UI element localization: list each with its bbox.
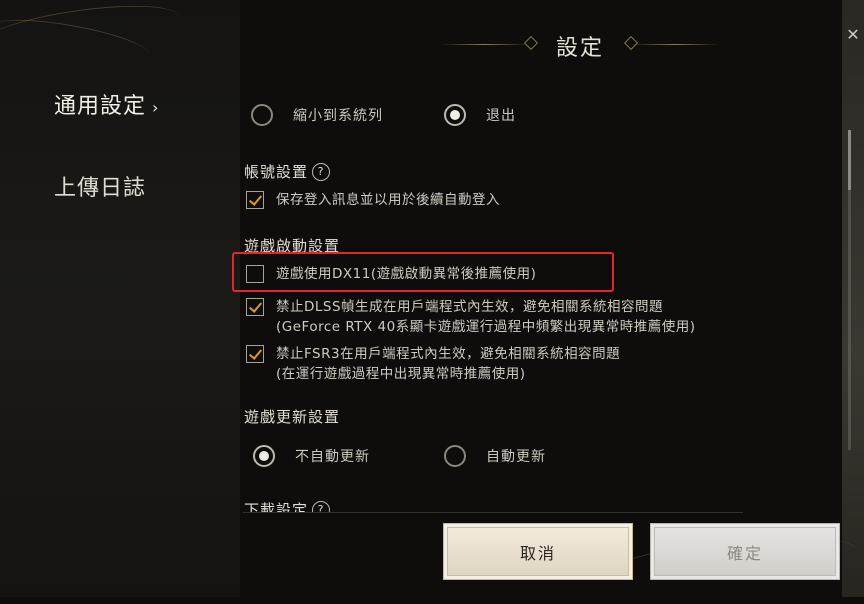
checkbox-checked-icon[interactable] [246,298,264,316]
radio-label: 自動更新 [486,449,546,465]
checkbox-label-line2: (GeForce RTX 40系顯卡遊戲運行過程中頻繁出現異常時推薦使用) [276,319,696,335]
sidebar-item-upload-logs[interactable]: 上傳日誌 [54,174,159,204]
settings-sidebar: 通用設定 › 上傳日誌 [54,92,159,256]
radio-minimize-to-tray[interactable]: 縮小到系統列 [251,100,383,130]
footer-divider [243,512,743,513]
scrollbar[interactable] [848,130,851,450]
dialog-title: 設定 [555,36,604,61]
help-icon[interactable]: ? [312,162,331,181]
close-icon[interactable]: ✕ [844,26,862,44]
section-title-account: 帳號設置 ? [244,161,331,182]
checkbox-save-login[interactable]: 保存登入訊息並以用於後續自動登入 [246,190,500,210]
title-ornament-line [440,44,530,45]
section-title-text: 帳號設置 [244,163,309,181]
section-title-text: 下載設定 [244,501,309,512]
radio-button-icon[interactable] [251,104,273,126]
checkbox-checked-icon[interactable] [246,345,264,363]
red-highlight-box [232,252,614,292]
section-title-text: 遊戲更新設置 [244,408,341,426]
background-right-edge [842,0,864,597]
radio-button-selected-icon[interactable] [444,104,466,126]
radio-button-selected-icon[interactable] [253,445,275,467]
radio-label: 不自動更新 [295,449,370,465]
radio-label: 縮小到系統列 [293,108,383,124]
title-ornament-line [630,44,720,45]
radio-label: 退出 [486,108,516,124]
chevron-right-icon: › [152,98,160,117]
checkbox-label: 禁止DLSS幀生成在用戶端程式內生效，避免相關系統相容問題 (GeForce R… [276,297,695,337]
checkbox-label-line2: (在運行遊戲過程中出現異常時推薦使用) [276,366,526,382]
checkbox-checked-icon[interactable] [246,191,264,209]
dialog-title-bar: 設定 [430,24,730,64]
radio-no-auto-update[interactable]: 不自動更新 [253,441,370,471]
checkbox-label-line1: 禁止DLSS幀生成在用戶端程式內生效，避免相關系統相容問題 [276,299,664,315]
sidebar-item-label: 上傳日誌 [54,176,147,201]
section-title-update: 遊戲更新設置 [244,406,340,427]
help-icon[interactable]: ? [312,500,331,512]
radio-button-icon[interactable] [444,445,466,467]
radio-auto-update[interactable]: 自動更新 [444,441,546,471]
checkbox-label-line1: 禁止FSR3在用戶端程式內生效，避免相關系統相容問題 [276,346,621,362]
radio-exit[interactable]: 退出 [444,100,516,130]
cancel-button[interactable]: 取消 [443,523,633,580]
title-ornament-diamond [623,35,639,51]
checkbox-disable-fsr3[interactable]: 禁止FSR3在用戶端程式內生效，避免相關系統相容問題 (在運行遊戲過程中出現異常… [246,344,620,384]
confirm-button[interactable]: 確定 [650,523,840,580]
background-left-panel [0,0,240,597]
download-section-clip: 下載設定 ? [244,497,744,512]
section-title-download: 下載設定 ? [244,499,331,512]
scrollbar-thumb[interactable] [848,130,851,190]
checkbox-label: 保存登入訊息並以用於後續自動登入 [276,192,500,208]
checkbox-disable-dlss[interactable]: 禁止DLSS幀生成在用戶端程式內生效，避免相關系統相容問題 (GeForce R… [246,297,695,337]
sidebar-item-general[interactable]: 通用設定 › [54,92,159,122]
checkbox-label: 禁止FSR3在用戶端程式內生效，避免相關系統相容問題 (在運行遊戲過程中出現異常… [276,344,620,384]
sidebar-item-label: 通用設定 [54,94,147,119]
